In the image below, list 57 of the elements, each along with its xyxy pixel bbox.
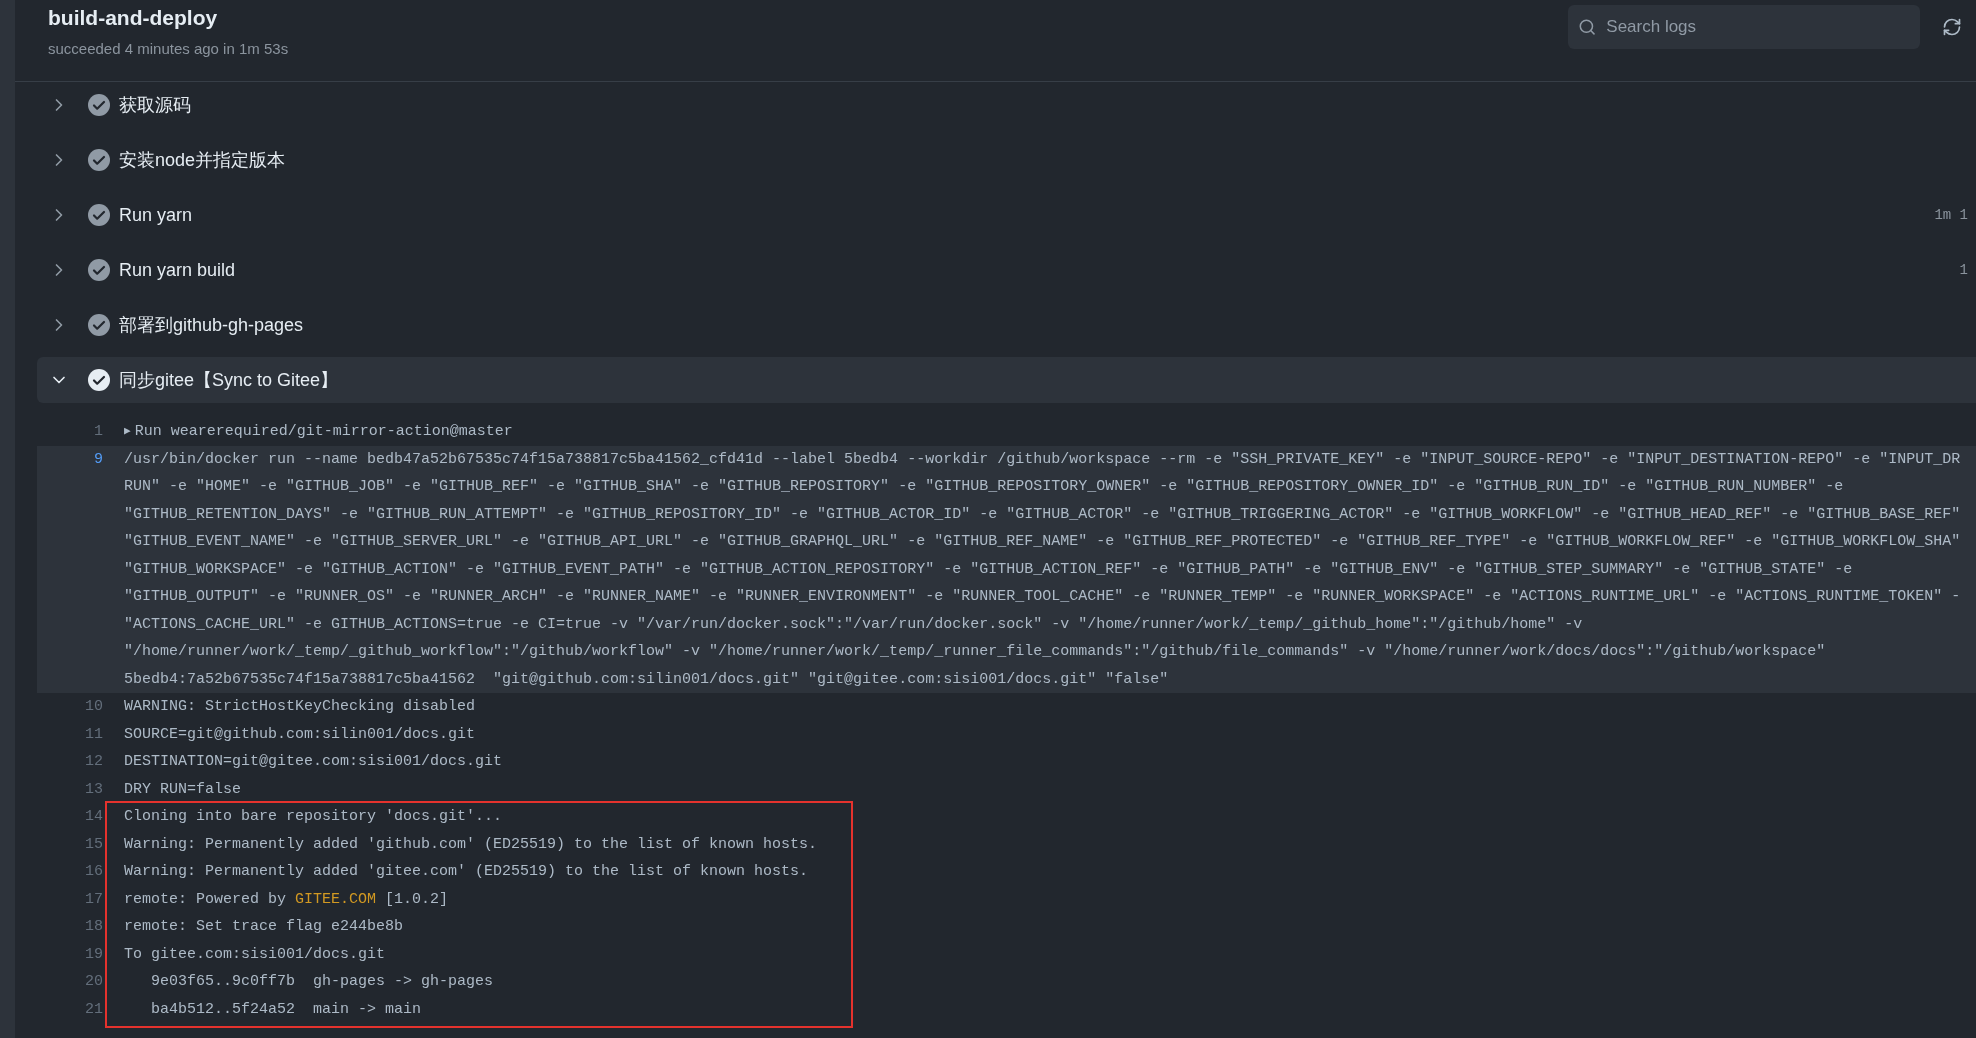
log-text: DRY RUN=false [124, 779, 242, 800]
log-text: SOURCE=git@github.com:silin001/docs.git [124, 724, 476, 745]
line-number[interactable]: 13 [37, 775, 103, 803]
log-text: ba4b512..5f24a52 main -> main [150, 999, 422, 1020]
log-text: RUN" -e "HOME" -e "GITHUB_JOB" -e "GITHUB_REF" -e "GITHUB_SHA" -e "GITHUB_REPOSITORY" -e "GITHUB_REPOSITORY_OWNER" -e "GITHUB_REPOSITORY_OWNER_ID" -e "GITHUB_RUN_ID" -e "GITHUB_RUN_NUMBER" -e [124, 477, 1844, 497]
line-number[interactable]: 11 [37, 720, 103, 748]
log-text: "GITHUB_EVENT_NAME" -e "GITHUB_SERVER_URL" -e "GITHUB_API_URL" -e "GITHUB_GRAPHQL_URL" -e "GITHUB_REF_NAME" -e "GITHUB_REF_PROTECTED" -e "GITHUB_REF_TYPE" -e "GITHUB_WORKFLOW_REF" -e "GITHUB_WORKFLOW_SHA" [124, 532, 1961, 552]
log-text: Cloning into bare repository 'docs.git'... [124, 807, 503, 827]
line-number[interactable]: 14 [37, 803, 103, 831]
step-row[interactable]: 获取源码 [37, 82, 1976, 128]
line-number[interactable]: 19 [37, 940, 103, 968]
log-text: 9e03f65..9c0ff7b gh-pages -> gh-pages [150, 972, 494, 992]
step-label: Run yarn build [119, 258, 236, 282]
step-label: 同步gitee【Sync to Gitee】 [119, 368, 339, 392]
workflow-title: build-and-deploy [48, 5, 219, 31]
step-label: 安装node并指定版本 [119, 148, 286, 172]
step-label: 部署到github-gh-pages [119, 313, 304, 337]
log-text: Warning: Permanently added 'github.com' (ED25519) to the list of known hosts. [124, 834, 818, 855]
line-number[interactable]: 17 [37, 885, 103, 913]
log-text: DESTINATION=git@gitee.com:sisi001/docs.git [124, 752, 503, 772]
line-number[interactable]: 18 [37, 913, 103, 941]
run-summary: succeeded 4 minutes ago in 1m 53s [48, 38, 289, 59]
line-number[interactable]: 1 [37, 418, 103, 446]
log-text: "GITHUB_RETENTION_DAYS" -e "GITHUB_RUN_ATTEMPT" -e "GITHUB_REPOSITORY_ID" -e "GITHUB_ACTOR_ID" -e "GITHUB_ACTOR" -e "GITHUB_TRIGGERING_ACTOR" -e "GITHUB_WORKFLOW" -e "GITHUB_HEAD_REF" -e "GITHUB_BASE_REF" [124, 504, 1961, 525]
log-text: "GITHUB_WORKSPACE" -e "GITHUB_ACTION" -e "GITHUB_EVENT_PATH" -e "GITHUB_ACTION_REPOSITORY" -e "GITHUB_ACTION_REF" -e "GITHUB_PATH" -e "GITHUB_ENV" -e "GITHUB_STEP_SUMMARY" -e "GITHUB_STATE" -e [124, 559, 1853, 580]
search-field[interactable]: Search logs [1568, 5, 1920, 49]
line-number[interactable]: 9 [37, 445, 103, 473]
log-text: "/home/runner/work/_temp/_github_workflow":"/github/workflow" -v "/home/runner/work/_temp/_runner_file_commands":"/github/file_commands" -v "/home/runner/work/docs/docs":"/github/workspace" [124, 642, 1826, 662]
search-icon [1578, 17, 1597, 37]
log-text: /usr/bin/docker run --name bedb47a52b67535c74f15a738817c5ba41562_cfd41d --label 5bedb4 --workdir /github/workspace --rm -e "SSH_PRIVATE_KEY" -e "INPUT_SOURCE-REPO" -e "INPUT_DESTINATION-REPO" -e "INPUT_DR [124, 449, 1961, 470]
log-text: remote: Set trace flag e244be8b [124, 917, 404, 937]
log-text: "GITHUB_OUTPUT" -e "RUNNER_OS" -e "RUNNER_ARCH" -e "RUNNER_NAME" -e "RUNNER_ENVIRONMENT" -e "RUNNER_TOOL_CACHE" -e "RUNNER_TEMP" -e "RUNNER_WORKSPACE" -e "ACTIONS_RUNTIME_URL" -e "ACTIONS_RUNTIME_TOKEN" - [124, 587, 1961, 607]
step-duration: 1 [1959, 260, 1969, 280]
refresh-icon [1942, 17, 1962, 37]
search-input[interactable]: Search logs [1606, 14, 1910, 40]
log-text: 5bedb4:7a52b67535c74f15a738817c5ba41562 "git@github.com:silin001/docs.git" "git@gitee.com:sisi001/docs.git" "false" [124, 669, 1169, 690]
step-duration: 1m 1 [1934, 205, 1969, 225]
log-text: WARNING: StrictHostKeyChecking disabled [124, 697, 476, 717]
line-number[interactable]: 15 [37, 830, 103, 858]
step-row[interactable]: 部署到github-gh-pages [37, 302, 1976, 348]
step-label: Run yarn [119, 203, 193, 227]
step-row[interactable]: Run yarn build 1 [37, 247, 1976, 293]
line-number[interactable]: 21 [37, 995, 103, 1023]
log-text: Run wearerequired/git-mirror-action@master [134, 422, 513, 442]
line-number[interactable]: 12 [37, 748, 103, 776]
log-text: Warning: Permanently added 'gitee.com' (ED25519) to the list of known hosts. [124, 862, 809, 882]
step-row[interactable]: Run yarn 1m 1 [37, 192, 1976, 238]
step-row[interactable]: 安装node并指定版本 [37, 137, 1976, 183]
step-row[interactable]: 同步gitee【Sync to Gitee】 [37, 357, 1976, 403]
step-label: 获取源码 [119, 93, 191, 117]
log-text: To gitee.com:sisi001/docs.git [124, 944, 386, 965]
line-number[interactable]: 16 [37, 858, 103, 886]
line-number[interactable]: 10 [37, 693, 103, 721]
log-text: "ACTIONS_CACHE_URL" -e GITHUB_ACTIONS=true -e CI=true -v "/var/run/docker.sock":"/var/run/docker.sock" -v "/home/runner/work/_temp/_github_home":"/github/home" -v [124, 614, 1583, 635]
line-number[interactable]: 20 [37, 968, 103, 996]
expand-toggle[interactable]: ▶ [124, 418, 131, 446]
log-text: remote: Powered by GITEE.COM [1.0.2] [124, 889, 449, 910]
